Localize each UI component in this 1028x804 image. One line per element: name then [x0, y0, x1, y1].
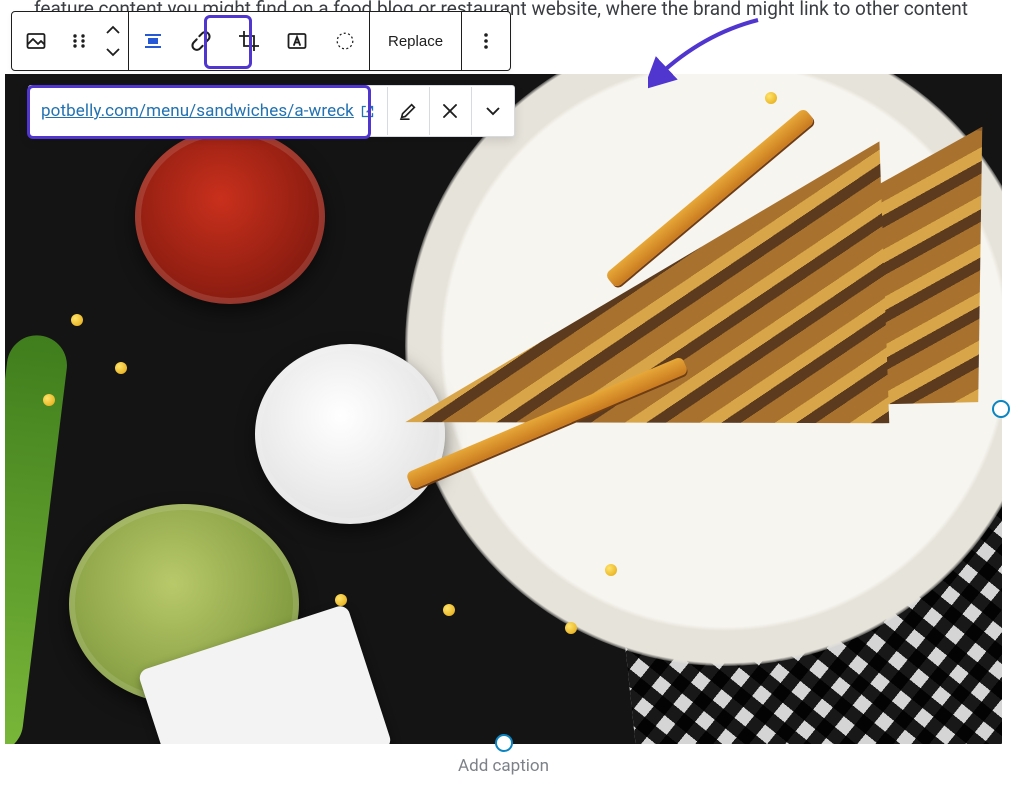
image-icon — [24, 29, 48, 53]
more-vertical-icon — [476, 31, 496, 51]
align-button[interactable] — [129, 13, 177, 69]
move-down-button[interactable] — [98, 41, 128, 63]
chevron-down-icon — [484, 105, 502, 117]
resize-handle-right[interactable] — [992, 400, 1010, 418]
remove-link-button[interactable] — [430, 87, 472, 135]
link-icon — [188, 28, 214, 54]
text-overlay-button[interactable] — [273, 13, 321, 69]
image-block[interactable] — [5, 74, 1002, 744]
link-url-display[interactable]: potbelly.com/menu/sandwiches/a-wreck — [29, 87, 388, 135]
link-settings-toggle[interactable] — [472, 87, 514, 135]
crop-button[interactable] — [225, 13, 273, 69]
text-over-image-icon — [285, 29, 309, 53]
image-caption-input[interactable]: Add caption — [0, 756, 1007, 776]
crop-icon — [237, 29, 261, 53]
more-options-button[interactable] — [462, 13, 510, 69]
drag-handle-button[interactable] — [60, 13, 98, 69]
link-url-text: potbelly.com/menu/sandwiches/a-wreck — [41, 101, 354, 121]
align-icon — [141, 29, 165, 53]
replace-label: Replace — [388, 33, 443, 50]
replace-image-button[interactable]: Replace — [370, 13, 461, 69]
chevron-up-icon — [105, 25, 121, 35]
insert-link-button[interactable] — [177, 13, 225, 69]
link-popover: potbelly.com/menu/sandwiches/a-wreck — [28, 85, 515, 137]
block-type-image-button[interactable] — [12, 13, 60, 69]
pencil-icon — [398, 101, 418, 121]
duotone-icon — [334, 30, 356, 52]
chevron-down-icon — [105, 47, 121, 57]
block-movers — [98, 13, 128, 69]
edit-link-button[interactable] — [388, 87, 430, 135]
duotone-filter-button[interactable] — [321, 13, 369, 69]
block-toolbar: Replace — [11, 11, 511, 71]
block-image — [5, 74, 1002, 744]
resize-handle-bottom[interactable] — [495, 734, 513, 752]
drag-handle-icon — [70, 32, 88, 50]
move-up-button[interactable] — [98, 19, 128, 41]
external-link-icon — [360, 104, 375, 119]
close-icon — [441, 102, 459, 120]
